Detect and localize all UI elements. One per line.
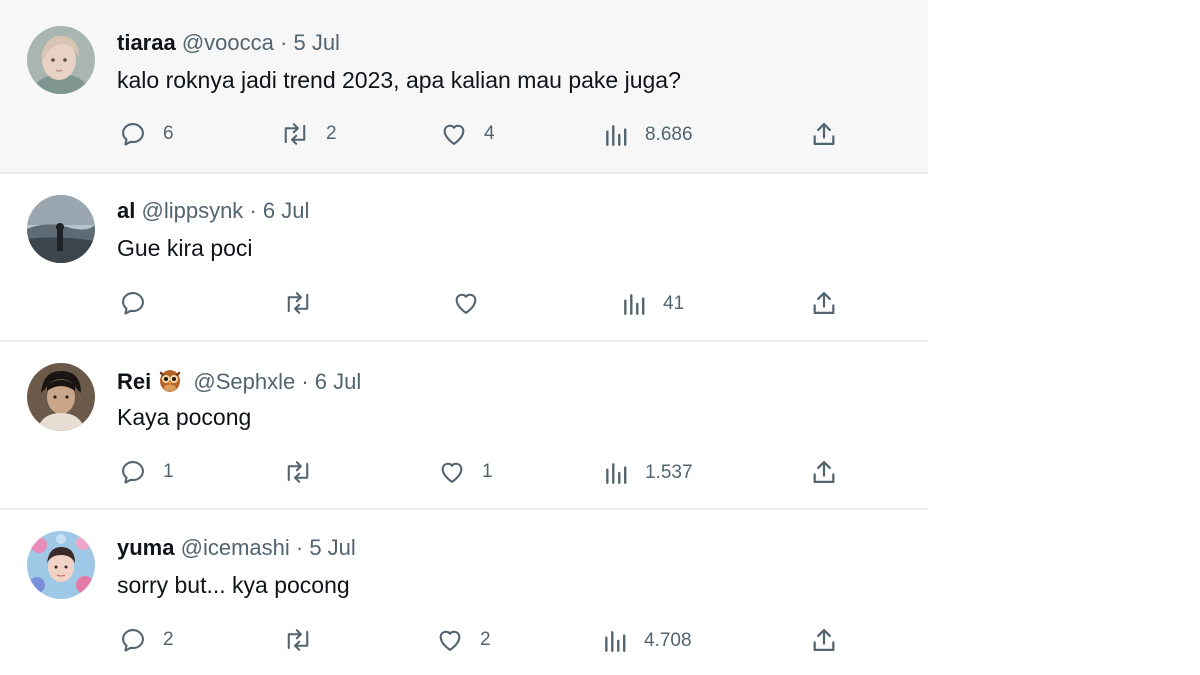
separator: · <box>301 369 309 394</box>
timestamp[interactable]: 6 Jul <box>263 198 309 223</box>
repost-icon <box>287 629 309 651</box>
timestamp[interactable]: 6 Jul <box>315 369 361 394</box>
divider <box>0 508 928 510</box>
tweet-text: kalo roknya jadi trend 2023, apa kalian … <box>117 67 681 93</box>
tweet[interactable]: tiaraa @voocca · 5 Jul kalo roknya jadi … <box>0 0 928 173</box>
like-icon <box>439 630 461 651</box>
views-icon <box>606 463 627 484</box>
repost-button[interactable]: 2 <box>280 120 337 148</box>
like-count: 4 <box>484 123 495 144</box>
share-icon <box>813 628 835 652</box>
tweet-text: Kaya pocong <box>117 404 252 430</box>
repost-button[interactable] <box>283 289 329 317</box>
like-count: 1 <box>482 461 493 482</box>
blank-area <box>928 0 1200 675</box>
tweet[interactable]: Rei @Sephxle · 6 Jul Kaya pocong 1 1 1.5… <box>0 341 928 509</box>
share-icon <box>813 122 835 146</box>
display-name[interactable]: Rei <box>117 369 151 394</box>
like-button[interactable]: 1 <box>438 458 493 486</box>
handle[interactable]: @icemashi <box>181 535 290 560</box>
views-button[interactable]: 8.686 <box>603 121 693 149</box>
like-icon <box>455 293 477 314</box>
repost-icon <box>287 292 309 314</box>
views-count: 1.537 <box>645 462 693 483</box>
repost-button[interactable] <box>283 458 329 486</box>
avatar[interactable] <box>27 531 95 599</box>
avatar[interactable] <box>27 363 95 431</box>
views-icon <box>624 294 645 315</box>
reply-count: 1 <box>163 461 174 482</box>
views-button[interactable]: 1.537 <box>603 459 693 487</box>
tweet[interactable]: al @lippsynk · 6 Jul Gue kira poci 41 <box>0 173 928 341</box>
avatar[interactable] <box>27 26 95 94</box>
timestamp[interactable]: 5 Jul <box>309 535 355 560</box>
like-icon <box>443 124 465 145</box>
reply-icon <box>122 629 144 652</box>
avatar[interactable] <box>27 195 95 263</box>
share-button[interactable] <box>810 626 838 654</box>
like-button[interactable]: 4 <box>440 120 495 148</box>
repost-count: 2 <box>326 123 337 144</box>
views-icon <box>605 631 626 652</box>
separator: · <box>295 535 304 560</box>
reply-button[interactable]: 1 <box>119 458 174 486</box>
separator: · <box>249 198 257 223</box>
views-count: 41 <box>663 293 685 314</box>
reply-count: 2 <box>163 629 174 650</box>
divider <box>0 172 928 174</box>
separator: · <box>280 30 288 55</box>
reply-button[interactable] <box>119 289 163 317</box>
views-button[interactable]: 41 <box>621 290 684 318</box>
views-button[interactable]: 4.708 <box>602 627 692 655</box>
like-icon <box>441 462 463 483</box>
tweet-header: Rei @Sephxle · 6 Jul <box>117 367 361 399</box>
like-count: 2 <box>480 629 491 650</box>
tweet-header: al @lippsynk · 6 Jul <box>117 198 309 224</box>
views-count: 4.708 <box>644 630 692 651</box>
timestamp[interactable]: 5 Jul <box>293 30 339 55</box>
tweet-text: sorry but... kya pocong <box>117 572 350 598</box>
tweet-header: tiaraa @voocca · 5 Jul <box>117 30 340 56</box>
reply-button[interactable]: 6 <box>119 120 174 148</box>
repost-icon <box>284 123 306 145</box>
share-icon <box>813 460 835 484</box>
reply-icon <box>122 461 144 484</box>
reply-icon <box>122 292 144 315</box>
views-count: 8.686 <box>645 124 693 145</box>
reply-button[interactable]: 2 <box>119 626 174 654</box>
display-name[interactable]: tiaraa <box>117 30 176 55</box>
handle[interactable]: @Sephxle <box>193 369 295 394</box>
tweet[interactable]: yuma @icemashi · 5 Jul sorry but... kya … <box>0 509 928 675</box>
share-button[interactable] <box>810 289 838 317</box>
views-icon <box>606 125 627 146</box>
owl-emoji <box>157 367 183 399</box>
display-name[interactable]: al <box>117 198 135 223</box>
reply-feed: tiaraa @voocca · 5 Jul kalo roknya jadi … <box>0 0 928 675</box>
handle[interactable]: @lippsynk <box>141 198 243 223</box>
like-button[interactable] <box>452 289 496 317</box>
display-name[interactable]: yuma <box>117 535 174 560</box>
tweet-text: Gue kira poci <box>117 235 253 261</box>
repost-button[interactable] <box>283 626 329 654</box>
share-button[interactable] <box>810 458 838 486</box>
like-button[interactable]: 2 <box>436 626 491 654</box>
tweet-header: yuma @icemashi · 5 Jul <box>117 535 356 561</box>
share-icon <box>813 291 835 315</box>
reply-icon <box>122 123 144 146</box>
divider <box>0 340 928 342</box>
share-button[interactable] <box>810 120 838 148</box>
handle[interactable]: @voocca <box>182 30 274 55</box>
reply-count: 6 <box>163 123 174 144</box>
repost-icon <box>287 461 309 483</box>
